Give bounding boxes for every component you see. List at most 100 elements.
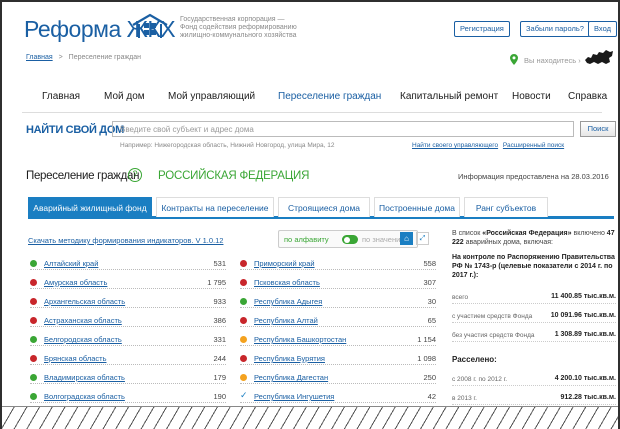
search-example: Например: Нижегородская область, Нижний … [120, 142, 335, 149]
sort-alpha-label[interactable]: по алфавиту [284, 235, 329, 244]
region-value: 244 [213, 354, 226, 363]
forgot-password-button[interactable]: Забыли пароль? [520, 21, 590, 37]
region-row[interactable]: Приморский край 558 [240, 258, 436, 270]
search-button[interactable]: Поиск [580, 121, 616, 137]
download-methodology-link[interactable]: Скачать методику формирования индикаторо… [28, 236, 223, 245]
summary-text: В список [452, 230, 483, 237]
register-button[interactable]: Регистрация [454, 21, 510, 37]
region-value: 933 [213, 297, 226, 306]
org-line: Фонд содействия реформированию [180, 24, 297, 31]
stat-value: 11 400.85 тыс.кв.м. [551, 293, 616, 300]
region-row[interactable]: Астраханская область 386 [30, 315, 226, 327]
status-dot-icon [240, 279, 247, 286]
region-name-link[interactable]: Брянская область [44, 354, 107, 363]
region-row[interactable]: Республика Бурятия 1 098 [240, 353, 436, 365]
login-button[interactable]: Вход [588, 21, 617, 37]
region-name-link[interactable]: Владимирская область [44, 373, 125, 382]
stat-value: 1 308.89 тыс.кв.м. [554, 331, 616, 338]
region-name-link[interactable]: Республика Башкортостан [254, 335, 346, 344]
summary-region: «Российская Федерация» [482, 230, 572, 237]
region-row[interactable]: Волгоградская область 190 [30, 391, 226, 403]
nav-item-resettlement[interactable]: Переселение граждан [278, 91, 381, 102]
region-name-link[interactable]: Псковская область [254, 278, 320, 287]
search-input[interactable]: Введите свой субъект и адрес дома [112, 121, 574, 137]
advanced-search-link[interactable]: Расширенный поиск [503, 142, 564, 149]
region-name-link[interactable]: Астраханская область [44, 316, 122, 325]
status-dot-icon [30, 317, 37, 324]
region-row[interactable]: Республика Алтай 65 [240, 315, 436, 327]
nav-item-capital-repair[interactable]: Капитальный ремонт [400, 91, 498, 102]
nav-item-help[interactable]: Справка [568, 91, 607, 102]
region-name-link[interactable]: Республика Ингушетия [254, 392, 334, 401]
region-row[interactable]: Архангельская область 933 [30, 296, 226, 308]
tab-bar: Аварийный жилищный фонд Контракты на пер… [28, 197, 614, 219]
resettled-row: в 2013 г. 912.28 тыс.кв.м. [452, 394, 616, 405]
nav-item-my-house[interactable]: Мой дом [104, 91, 145, 102]
control-title: На контроле по Распоряжению Правительств… [452, 254, 615, 279]
region-name-link[interactable]: Республика Дагестан [254, 373, 328, 382]
region-value: 42 [427, 392, 436, 401]
location-selector[interactable]: Вы находитесь › [524, 56, 581, 65]
tab-emergency-housing[interactable]: Аварийный жилищный фонд [28, 197, 152, 217]
region-value: 65 [427, 316, 436, 325]
stat-label: с 2008 г. по 2012 г. [452, 376, 508, 383]
region-name-link[interactable]: Архангельская область [44, 297, 125, 306]
region-value: 179 [213, 373, 226, 382]
region-row[interactable]: Владимирская область 179 [30, 372, 226, 384]
home-icon[interactable]: ⌂ [400, 232, 413, 245]
region-name-link[interactable]: Амурская область [44, 278, 107, 287]
nav-item-home[interactable]: Главная [42, 91, 80, 102]
sort-toggle[interactable]: по алфавиту по значению [278, 230, 418, 248]
region-value: 531 [213, 259, 226, 268]
nav-item-news[interactable]: Новости [512, 91, 551, 102]
status-dot-icon [240, 317, 247, 324]
status-dot-icon [30, 355, 37, 362]
region-name-link[interactable]: Республика Адыгея [254, 297, 322, 306]
tab-contracts[interactable]: Контракты на переселение [156, 197, 274, 217]
stat-label: в 2013 г. [452, 395, 477, 402]
region-value: 1 098 [417, 354, 436, 363]
region-row[interactable]: ✓ Республика Ингушетия 42 [240, 390, 436, 403]
location-pin-icon [510, 54, 518, 65]
status-dot-icon [240, 355, 247, 362]
region-value: 558 [423, 259, 436, 268]
status-dot-icon [30, 393, 37, 400]
help-icon[interactable]: ? [128, 168, 142, 182]
stat-label: без участия средств Фонда [452, 332, 535, 339]
region-name-link[interactable]: Республика Алтай [254, 316, 318, 325]
region-row[interactable]: Алтайский край 531 [30, 258, 226, 270]
region-name-link[interactable]: Волгоградская область [44, 392, 125, 401]
region-row[interactable]: Брянская область 244 [30, 353, 226, 365]
region-row[interactable]: Республика Дагестан 250 [240, 372, 436, 384]
main-nav: Главная Мой дом Мой управляющий Переселе… [2, 82, 618, 110]
status-dot-icon [240, 336, 247, 343]
tab-subject-rank[interactable]: Ранг субъектов [464, 197, 548, 217]
stat-label: всего [452, 294, 469, 301]
status-dot-icon [30, 298, 37, 305]
region-row[interactable]: Белгородская область 331 [30, 334, 226, 346]
region-row[interactable]: Псковская область 307 [240, 277, 436, 289]
region-name-link[interactable]: Белгородская область [44, 335, 122, 344]
breadcrumb: Главная > Переселение граждан [26, 54, 141, 61]
region-name-link[interactable]: Алтайский край [44, 259, 98, 268]
breadcrumb-separator: > [58, 54, 63, 61]
nav-item-my-manager[interactable]: Мой управляющий [168, 91, 255, 102]
sort-switch[interactable] [342, 235, 358, 244]
stat-value: 912.28 тыс.кв.м. [560, 394, 616, 401]
status-check-icon: ✓ [240, 390, 248, 400]
region-name-link[interactable]: Республика Бурятия [254, 354, 325, 363]
region-row[interactable]: Республика Адыгея 30 [240, 296, 436, 308]
status-dot-icon [30, 374, 37, 381]
region-row[interactable]: Амурская область 1 795 [30, 277, 226, 289]
tab-under-construction[interactable]: Строящиеся дома [278, 197, 370, 217]
location-text: Вы находитесь [524, 56, 577, 65]
search-links: Найти своего управляющего Расширенный по… [412, 142, 564, 149]
expand-icon[interactable]: ⤢ [416, 232, 429, 245]
find-manager-link[interactable]: Найти своего управляющего [412, 142, 498, 149]
breadcrumb-home[interactable]: Главная [26, 54, 53, 61]
region-row[interactable]: Республика Башкортостан 1 154 [240, 334, 436, 346]
status-dot-icon [240, 260, 247, 267]
tab-built-houses[interactable]: Построенные дома [374, 197, 460, 217]
region-name-link[interactable]: Приморский край [254, 259, 315, 268]
resettled-title: Расселено: [452, 355, 497, 364]
